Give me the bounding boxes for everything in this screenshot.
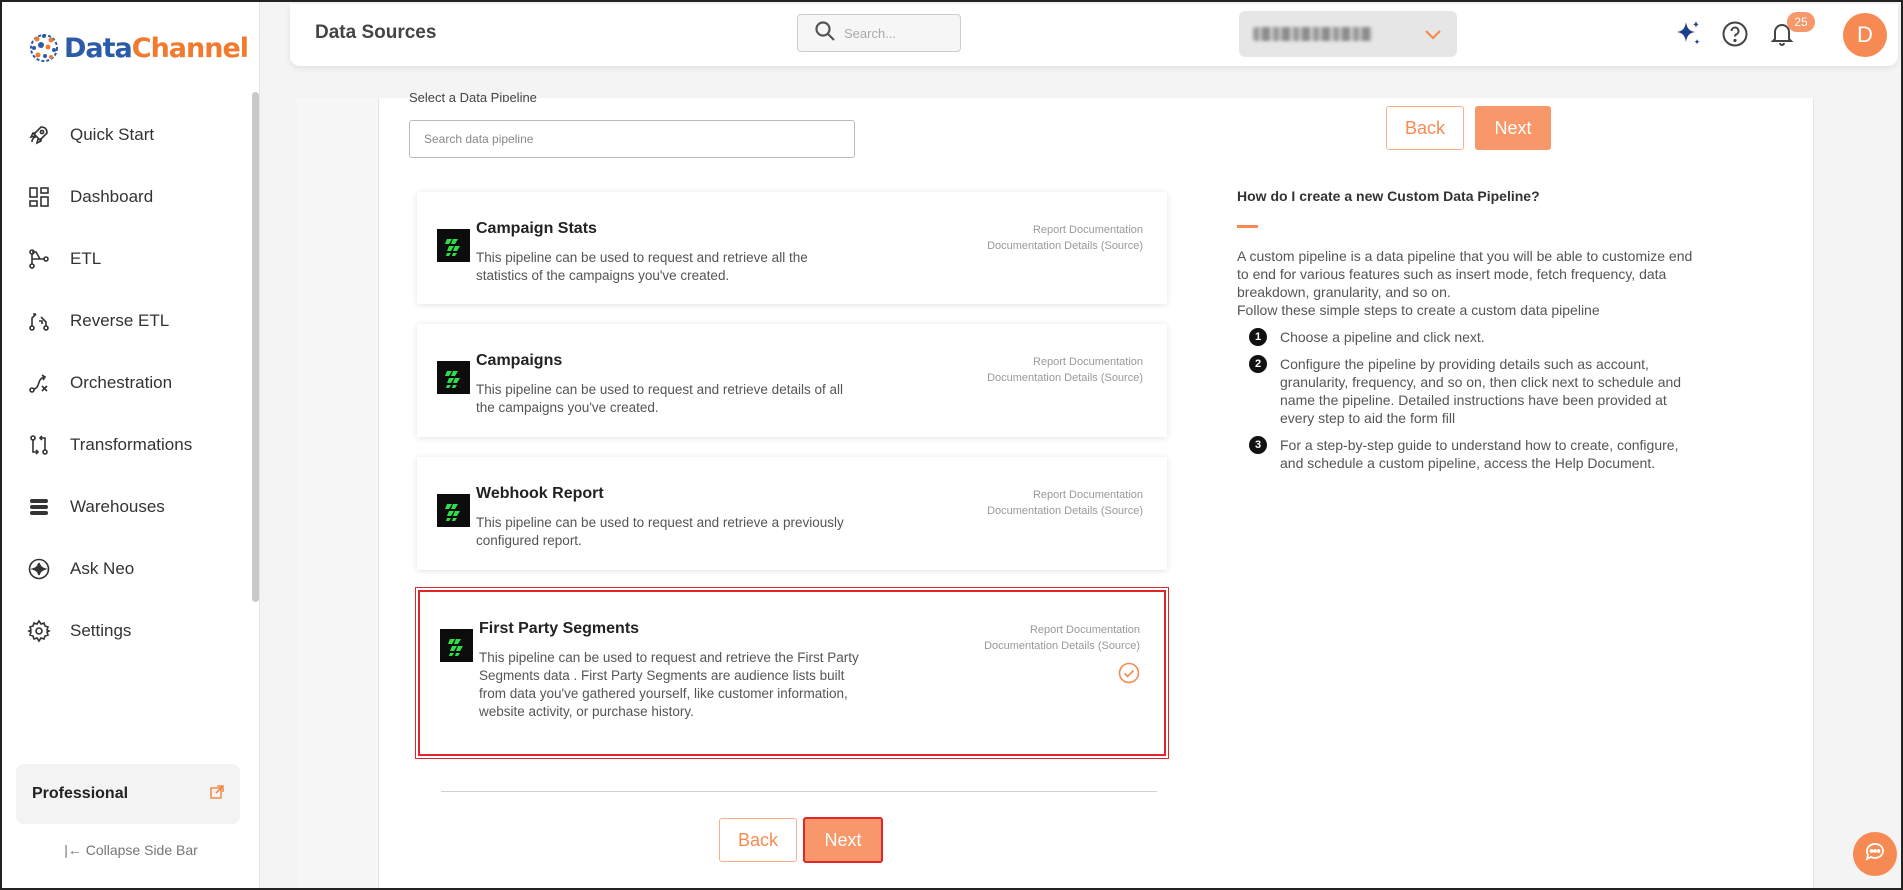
top-bar: Data Sources 25 D xyxy=(290,4,1898,66)
next-button-bottom[interactable]: Next xyxy=(803,817,883,863)
pipeline-title: Webhook Report xyxy=(476,485,604,502)
step-number: 1 xyxy=(1249,328,1267,346)
workspace-name-blurred xyxy=(1253,27,1373,41)
rocket-icon xyxy=(26,122,52,148)
dashboard-icon xyxy=(26,184,52,210)
notification-badge: 25 xyxy=(1787,12,1815,32)
back-button-bottom[interactable]: Back xyxy=(719,818,797,862)
report-documentation-link[interactable]: Report Documentation xyxy=(987,487,1143,503)
page-title: Data Sources xyxy=(315,22,437,43)
sidebar-nav: Quick Start Dashboard ETL Reverse ETL Or… xyxy=(2,104,250,662)
gear-icon xyxy=(26,618,52,644)
step-number: 2 xyxy=(1249,355,1267,373)
collapse-arrow-icon: |← xyxy=(64,842,82,858)
global-search-input[interactable] xyxy=(844,25,944,41)
report-documentation-link[interactable]: Report Documentation xyxy=(987,222,1143,238)
workspace-select[interactable] xyxy=(1239,11,1457,57)
warehouses-icon xyxy=(26,494,52,520)
search-icon xyxy=(814,20,836,47)
report-documentation-link[interactable]: Report Documentation xyxy=(984,622,1140,638)
sidebar-item-settings[interactable]: Settings xyxy=(2,600,250,662)
pipeline-logo-icon xyxy=(437,229,470,262)
pipeline-title: Campaigns xyxy=(476,352,563,369)
documentation-details-link[interactable]: Documentation Details (Source) xyxy=(987,503,1143,519)
pipeline-description: This pipeline can be used to request and… xyxy=(479,650,859,719)
help-title: How do I create a new Custom Data Pipeli… xyxy=(1237,188,1540,204)
pipeline-logo-icon xyxy=(437,494,470,527)
documentation-details-link[interactable]: Documentation Details (Source) xyxy=(987,370,1143,386)
pipeline-title: First Party Segments xyxy=(479,620,640,637)
sidebar-item-warehouses[interactable]: Warehouses xyxy=(2,476,250,538)
sidebar-scrollbar[interactable] xyxy=(252,92,259,602)
reverse-etl-icon xyxy=(26,308,52,334)
select-pipeline-label: Select a Data Pipeline xyxy=(409,90,537,102)
pipeline-doc-links: Report Documentation Documentation Detai… xyxy=(987,354,1143,386)
sidebar-item-orchestration[interactable]: Orchestration xyxy=(2,352,250,414)
pipeline-description: This pipeline can be used to request and… xyxy=(476,250,808,283)
pipeline-card-campaigns[interactable]: Campaigns This pipeline can be used to r… xyxy=(417,324,1167,437)
logo-mark-icon xyxy=(26,30,62,66)
pipeline-card-campaign-stats[interactable]: Campaign Stats This pipeline can be used… xyxy=(417,192,1167,304)
pipeline-logo-icon xyxy=(437,361,470,394)
plan-label: Professional xyxy=(32,785,129,802)
help-title-underline xyxy=(1237,225,1258,228)
sidebar-item-quick-start[interactable]: Quick Start xyxy=(2,104,250,166)
pipeline-description: This pipeline can be used to request and… xyxy=(476,382,843,415)
pipeline-doc-links: Report Documentation Documentation Detai… xyxy=(987,487,1143,519)
pipeline-doc-links: Report Documentation Documentation Detai… xyxy=(984,622,1140,654)
logo-text: DataChannel xyxy=(64,32,249,64)
step-text: For a step-by-step guide to understand h… xyxy=(1280,437,1679,471)
ask-neo-icon xyxy=(26,556,52,582)
step-text: Choose a pipeline and click next. xyxy=(1280,329,1485,345)
chat-bubble-icon xyxy=(1863,840,1887,869)
pipeline-title: Campaign Stats xyxy=(476,220,597,237)
datachannel-logo[interactable]: DataChannel xyxy=(26,30,249,66)
report-documentation-link[interactable]: Report Documentation xyxy=(987,354,1143,370)
plan-card[interactable]: Professional xyxy=(16,764,240,824)
avatar[interactable]: D xyxy=(1843,13,1887,57)
documentation-details-link[interactable]: Documentation Details (Source) xyxy=(987,238,1143,254)
global-search[interactable] xyxy=(797,14,961,52)
sidebar-item-transformations[interactable]: Transformations xyxy=(2,414,250,476)
transformations-icon xyxy=(26,432,52,458)
etl-icon xyxy=(26,246,52,272)
chevron-down-icon xyxy=(1423,24,1443,49)
step-text: Configure the pipeline by providing deta… xyxy=(1280,356,1682,426)
pipeline-card-webhook-report[interactable]: Webhook Report This pipeline can be used… xyxy=(417,457,1167,570)
orchestration-icon xyxy=(26,370,52,396)
pipeline-card-first-party-segments[interactable]: First Party Segments This pipeline can b… xyxy=(415,587,1169,759)
sidebar-item-dashboard[interactable]: Dashboard xyxy=(2,166,250,228)
sidebar-item-reverse-etl[interactable]: Reverse ETL xyxy=(2,290,250,352)
help-intro: A custom pipeline is a data pipeline tha… xyxy=(1237,248,1693,318)
sidebar-item-etl[interactable]: ETL xyxy=(2,228,250,290)
sidebar-item-ask-neo[interactable]: Ask Neo xyxy=(2,538,250,600)
chat-button[interactable] xyxy=(1853,832,1897,876)
pipeline-search-input[interactable] xyxy=(409,120,855,158)
help-icon[interactable] xyxy=(1720,19,1750,49)
pipeline-logo-icon xyxy=(440,629,473,662)
documentation-details-link[interactable]: Documentation Details (Source) xyxy=(984,638,1140,654)
sidebar: DataChannel Quick Start Dashboard ETL Re… xyxy=(2,2,260,888)
external-link-icon[interactable] xyxy=(210,784,224,804)
divider xyxy=(441,791,1157,792)
check-circle-icon xyxy=(1118,662,1140,689)
pipeline-doc-links: Report Documentation Documentation Detai… xyxy=(987,222,1143,254)
collapse-sidebar-button[interactable]: |← Collapse Side Bar xyxy=(2,842,260,858)
help-step: 1 Choose a pipeline and click next. xyxy=(1237,328,1697,346)
back-button-top[interactable]: Back xyxy=(1386,106,1464,150)
help-step: 2 Configure the pipeline by providing de… xyxy=(1237,355,1697,427)
help-step: 3 For a step-by-step guide to understand… xyxy=(1237,436,1697,472)
next-button-top[interactable]: Next xyxy=(1475,106,1551,150)
pipeline-description: This pipeline can be used to request and… xyxy=(476,515,844,548)
sparkle-ai-icon[interactable] xyxy=(1673,19,1703,49)
step-number: 3 xyxy=(1249,436,1267,454)
help-panel: How do I create a new Custom Data Pipeli… xyxy=(1237,188,1697,472)
